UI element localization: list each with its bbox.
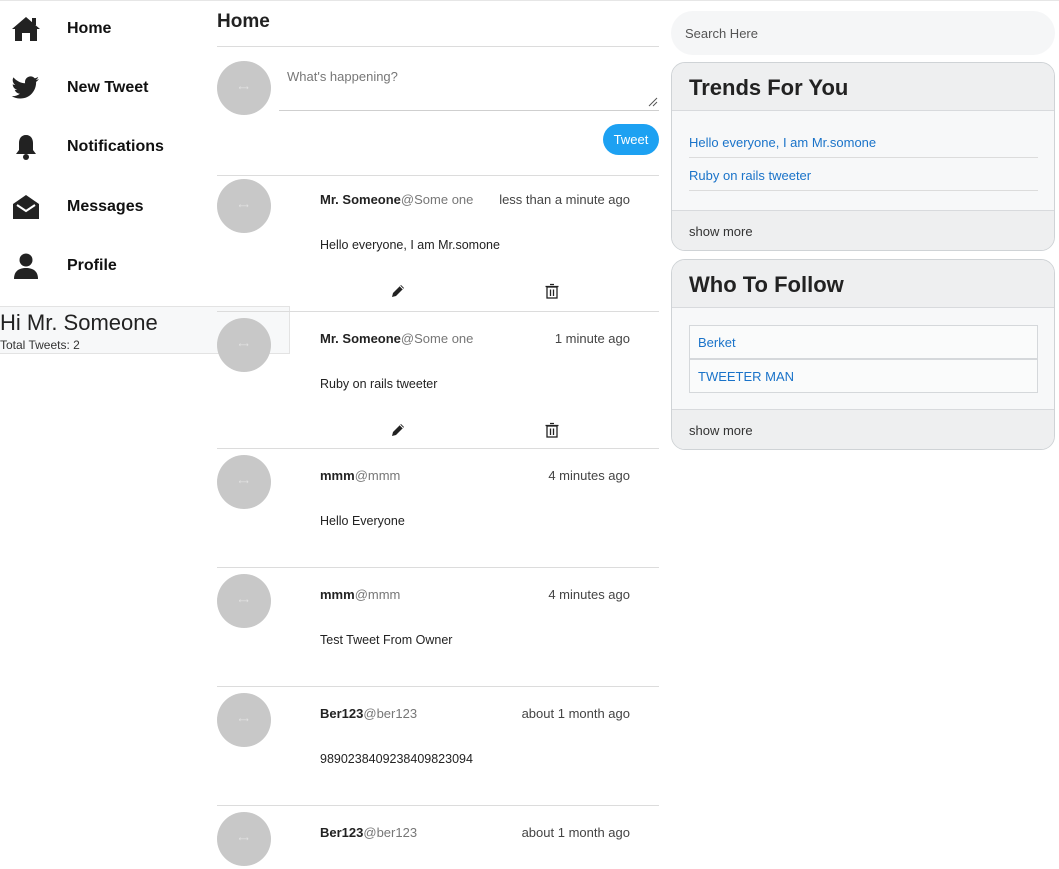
tweet-author-name: mmm [320,468,355,483]
total-tweets-count: Total Tweets: 2 [0,338,80,352]
page-title: Home [217,11,270,32]
tweet-author-handle: @ber123 [363,825,418,840]
nav-item-notifications[interactable]: Notifications [0,127,200,167]
tweet-button[interactable]: Tweet [603,124,659,155]
who-to-follow-footer: show more [672,409,1054,449]
tweet-author-handle: @Some one [400,192,474,207]
tweet-author-name: Ber123 [320,706,364,721]
follow-suggestion[interactable]: TWEETER MAN [689,359,1038,393]
tweet-item: ⟷ mmm@mmm 4 minutes ago Test Tweet From … [217,567,659,687]
bell-icon [10,131,42,163]
profile-greeting: Hi Mr. Someone [0,310,158,335]
divider [217,46,659,47]
trends-footer: show more [672,210,1054,250]
tweet-author-name: Mr. Someone [320,331,401,346]
trend-link-text[interactable]: Hello everyone, I am Mr.somone [689,135,876,150]
avatar: ⟷ [217,574,271,628]
tweet-author-name: Ber123 [320,825,364,840]
home-icon [10,13,42,45]
avatar: ⟷ [217,318,271,372]
compose-tweet-input[interactable] [279,59,659,111]
pencil-icon[interactable] [390,422,406,438]
tweet-item: ⟷ Ber123@ber123 about 1 month ago 989023… [217,686,659,806]
tweet-author: Ber123@ber123 [320,825,417,840]
tweet-timestamp: about 1 month ago [521,825,630,840]
follow-suggestion-name[interactable]: TWEETER MAN [698,369,794,384]
avatar: ⟷ [217,812,271,866]
tweet-item: ⟷ Ber123@ber123 about 1 month ago [217,805,659,869]
tweet-author: mmm@mmm [320,587,400,602]
bird-icon [10,72,42,104]
trends-title: Trends For You [689,75,849,100]
tweet-timestamp: less than a minute ago [499,192,630,207]
nav-item-profile[interactable]: Profile [0,246,200,286]
who-to-follow-panel: Who To Follow Berket TWEETER MAN show mo… [671,259,1055,450]
search-input[interactable] [671,11,1055,55]
avatar: ⟷ [217,179,271,233]
tweet-body: Hello everyone, I am Mr.somone [320,238,500,252]
follow-suggestion[interactable]: Berket [689,325,1038,359]
nav-item-messages[interactable]: Messages [0,187,200,227]
tweet-timestamp: about 1 month ago [521,706,630,721]
avatar: ⟷ [217,61,271,115]
follow-suggestion-name[interactable]: Berket [698,335,736,350]
user-icon [10,250,42,282]
tweet-item: ⟷ Mr. Someone@Some one 1 minute ago Ruby… [217,311,659,449]
resize-grip-icon[interactable] [648,97,658,107]
avatar: ⟷ [217,455,271,509]
tweet-item: ⟷ mmm@mmm 4 minutes ago Hello Everyone [217,448,659,568]
tweet-body: Ruby on rails tweeter [320,377,438,391]
trend-link-text[interactable]: Ruby on rails tweeter [689,168,811,183]
trends-header: Trends For You [672,63,1054,111]
tweet-author-name: Mr. Someone [320,192,401,207]
trends-panel: Trends For You Hello everyone, I am Mr.s… [671,62,1055,251]
who-to-follow-title: Who To Follow [689,272,844,297]
tweet-body: Test Tweet From Owner [320,633,453,647]
tweet-item: ⟷ Mr. Someone@Some one less than a minut… [217,175,659,311]
tweet-author-handle: @mmm [354,468,401,483]
who-to-follow-show-more-link[interactable]: show more [689,423,753,438]
tweet-timestamp: 4 minutes ago [548,468,630,483]
nav-label-notifications: Notifications [67,138,164,155]
nav-item-home[interactable]: Home [0,9,200,49]
tweet-author-handle: @Some one [400,331,474,346]
nav-label-new-tweet: New Tweet [67,79,149,96]
trend-link[interactable]: Ruby on rails tweeter [689,158,1038,191]
tweet-author-handle: @mmm [354,587,401,602]
nav-item-new-tweet[interactable]: New Tweet [0,68,200,108]
who-to-follow-header: Who To Follow [672,260,1054,308]
avatar: ⟷ [217,693,271,747]
tweet-author: Mr. Someone@Some one [320,192,473,207]
trash-icon[interactable] [544,422,560,438]
tweet-author: Mr. Someone@Some one [320,331,473,346]
tweet-author: mmm@mmm [320,468,400,483]
nav-label-home: Home [67,20,112,37]
tweet-author-handle: @ber123 [363,706,418,721]
tweet-author-name: mmm [320,587,355,602]
tweet-body: Hello Everyone [320,514,405,528]
trend-link[interactable]: Hello everyone, I am Mr.somone [689,125,1038,158]
envelope-open-icon [10,191,42,223]
tweet-author: Ber123@ber123 [320,706,417,721]
pencil-icon[interactable] [390,283,406,299]
tweet-timestamp: 1 minute ago [554,331,630,346]
tweet-body: 9890238409238409823094 [320,752,473,766]
tweet-timestamp: 4 minutes ago [548,587,630,602]
trends-show-more-link[interactable]: show more [689,224,753,239]
trash-icon[interactable] [544,283,560,299]
nav-label-messages: Messages [67,198,144,215]
nav-label-profile: Profile [67,257,117,274]
